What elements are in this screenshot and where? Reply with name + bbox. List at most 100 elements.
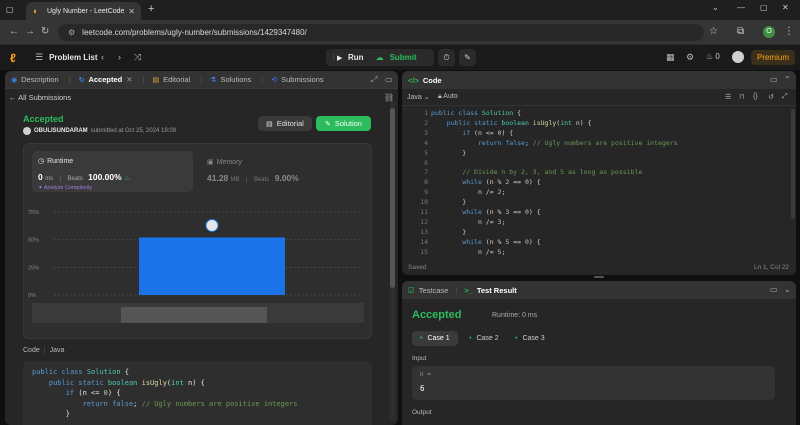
next-problem-icon[interactable]: › bbox=[118, 52, 121, 62]
reset-icon[interactable]: ↺ bbox=[768, 93, 774, 101]
chevron-down-icon: ⌄ bbox=[423, 94, 430, 101]
tab-testcase[interactable]: ☑ Testcase bbox=[408, 286, 448, 295]
forward-icon[interactable]: → bbox=[25, 26, 35, 37]
site-info-icon[interactable]: ⚙ bbox=[68, 28, 75, 37]
code-line: } bbox=[32, 410, 70, 418]
left-panel: ◉ Description | ↻ Accepted ✕ | ▤ Editori… bbox=[5, 71, 398, 425]
tab-accepted[interactable]: ↻ Accepted ✕ bbox=[79, 75, 133, 84]
code-line: return false; // Ugly numbers are positi… bbox=[477, 138, 678, 147]
cursor-position: Ln 1, Col 22 bbox=[754, 264, 790, 271]
checkbox-icon: ☑ bbox=[408, 285, 415, 295]
user-avatar[interactable] bbox=[732, 51, 744, 63]
profile-avatar[interactable]: O bbox=[763, 26, 775, 38]
submit-button[interactable]: ☁ Submit bbox=[372, 49, 423, 66]
extensions-icon[interactable]: ⧉ bbox=[737, 26, 744, 37]
new-tab-icon[interactable]: + bbox=[148, 3, 154, 15]
tab-menu-icon[interactable]: ▢ bbox=[6, 5, 18, 15]
case-3-tab[interactable]: • Case 3 bbox=[507, 331, 553, 346]
browser-tab[interactable]: ◖ Ugly Number - LeetCode ✕ bbox=[26, 2, 141, 20]
fullscreen-icon[interactable]: ⤢ bbox=[782, 93, 788, 101]
format-icon[interactable]: ☰ bbox=[725, 93, 731, 101]
flask-icon: ⚗ bbox=[210, 76, 217, 84]
all-submissions-link[interactable]: ← All Submissions bbox=[9, 93, 71, 102]
code-line: n /= 2; bbox=[431, 188, 506, 197]
editor-lines[interactable]: public class Solution { public static bo… bbox=[431, 109, 678, 258]
maximize-icon[interactable]: ▭ bbox=[770, 285, 778, 294]
line-number: 3 bbox=[424, 128, 428, 137]
pencil-icon: ✎ bbox=[325, 120, 331, 128]
collapse-icon[interactable]: ⌃ bbox=[784, 75, 791, 84]
case-2-tab[interactable]: • Case 2 bbox=[461, 331, 507, 346]
solution-button[interactable]: ✎ Solution bbox=[316, 116, 371, 131]
maximize-icon[interactable]: ▭ bbox=[770, 75, 778, 84]
y-tick-label: 0% bbox=[28, 293, 36, 299]
settings-gear-icon[interactable]: ⚙ bbox=[686, 52, 694, 63]
line-number: 2 bbox=[424, 118, 428, 127]
browser-menu-icon[interactable]: ⋮ bbox=[784, 26, 794, 37]
streak-counter[interactable]: ♨ 0 bbox=[706, 52, 720, 61]
back-icon[interactable]: ← bbox=[9, 26, 19, 37]
tab-search-icon[interactable]: ⌄ bbox=[712, 3, 719, 12]
code-line: n /= 5; bbox=[431, 247, 506, 256]
code-line: if (n <= 0) { bbox=[462, 128, 514, 137]
runtime-card[interactable]: ◷ Runtime 0 ms | Beats 100.00% ♨ ✦ Analy… bbox=[32, 151, 193, 192]
problem-list-button[interactable]: ☰ Problem List bbox=[35, 52, 98, 63]
memory-label: Memory bbox=[216, 158, 242, 166]
input-variable-name: n = bbox=[420, 371, 431, 378]
range-slider-window[interactable] bbox=[121, 307, 267, 323]
collapse-icon[interactable]: ⌄ bbox=[784, 285, 791, 294]
restore-icon[interactable]: ▢ bbox=[760, 3, 768, 12]
code-editor[interactable]: 1 2 3 4 5 6 7 8 9 10 11 12 13 14 15 public class Solut… bbox=[402, 109, 796, 257]
case-1-tab[interactable]: • Case 1 bbox=[412, 331, 458, 346]
submitter-username[interactable]: OBULISUNDARAM bbox=[34, 128, 88, 134]
editor-scrollbar[interactable] bbox=[791, 109, 795, 219]
result-runtime: Runtime: 0 ms bbox=[492, 312, 538, 319]
code-line: public static boolean isUgly(int n) { bbox=[48, 378, 205, 387]
minimize-icon[interactable]: — bbox=[737, 3, 745, 12]
memory-chip-icon: ▣ bbox=[207, 159, 214, 166]
book-icon: ▤ bbox=[266, 120, 273, 128]
chart-bar[interactable] bbox=[139, 237, 285, 295]
user-position-avatar bbox=[205, 218, 219, 232]
tab-title: Ugly Number - LeetCode bbox=[47, 7, 125, 15]
saved-status: Saved bbox=[408, 264, 427, 271]
line-number: 8 bbox=[424, 178, 428, 187]
memory-card[interactable]: ▣ Memory bbox=[207, 158, 242, 167]
performance-box: ◷ Runtime 0 ms | Beats 100.00% ♨ ✦ Analy… bbox=[23, 143, 372, 339]
submit-label: Submit bbox=[389, 53, 417, 62]
shuffle-icon[interactable]: ⤨ bbox=[134, 52, 141, 63]
maximize-icon[interactable]: ⤢ bbox=[371, 75, 377, 85]
left-scrollbar[interactable] bbox=[390, 108, 395, 288]
bookmark-star-icon[interactable]: ☆ bbox=[709, 26, 718, 37]
close-tab-icon[interactable]: ✕ bbox=[126, 75, 132, 84]
left-tab-bar: ◉ Description | ↻ Accepted ✕ | ▤ Editori… bbox=[5, 71, 398, 89]
close-window-icon[interactable]: ✕ bbox=[782, 3, 789, 12]
tab-description[interactable]: ◉ Description bbox=[11, 75, 59, 84]
reload-icon[interactable]: ↻ bbox=[41, 26, 49, 37]
premium-button[interactable]: Premium bbox=[751, 50, 795, 65]
submitted-code-block[interactable]: public class Solution { public static bo… bbox=[23, 361, 372, 425]
braces-icon[interactable]: {} bbox=[753, 93, 758, 100]
analyze-complexity-link[interactable]: ✦ Analyze Complexity bbox=[38, 185, 92, 191]
editorial-button[interactable]: ▤ Editorial bbox=[258, 116, 312, 131]
tab-solutions[interactable]: ⚗ Solutions bbox=[210, 75, 251, 84]
notes-icon[interactable]: ✎ bbox=[459, 49, 476, 66]
tab-editorial[interactable]: ▤ Editorial bbox=[152, 75, 190, 84]
url-input[interactable]: ⚙ leetcode.com/problems/ugly-number/subm… bbox=[58, 24, 704, 41]
bookmark-icon[interactable]: ⊓ bbox=[739, 93, 744, 101]
layout-icon[interactable]: ▦ bbox=[666, 52, 675, 63]
tab-test-result[interactable]: >_ Test Result bbox=[464, 286, 516, 295]
auto-mode-toggle[interactable]: 🔒︎ Auto bbox=[438, 93, 458, 101]
input-label: Input bbox=[412, 355, 427, 362]
leetcode-logo-icon[interactable]: ℓ bbox=[10, 51, 22, 65]
close-tab-icon[interactable]: ✕ bbox=[128, 7, 135, 16]
prev-problem-icon[interactable]: ‹ bbox=[101, 52, 104, 62]
tab-submissions[interactable]: ⟲ Submissions bbox=[271, 75, 323, 84]
run-button[interactable]: ▶ Run bbox=[326, 49, 372, 66]
language-select[interactable]: Java ⌄ bbox=[407, 93, 430, 101]
url-text: leetcode.com/problems/ugly-number/submis… bbox=[82, 28, 307, 37]
collapse-icon[interactable]: ▭ bbox=[385, 75, 393, 84]
line-number: 11 bbox=[420, 208, 428, 217]
timer-icon[interactable]: ⏱ bbox=[438, 49, 455, 66]
panel-resize-handle[interactable] bbox=[594, 276, 604, 278]
